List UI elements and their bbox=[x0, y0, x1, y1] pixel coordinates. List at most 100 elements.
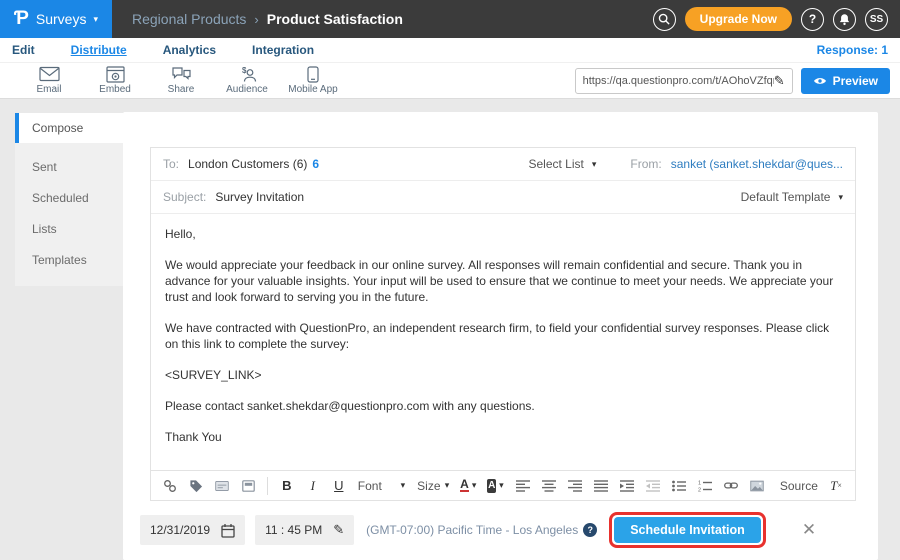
sidebar-item-label: Scheduled bbox=[32, 191, 89, 205]
help-button[interactable]: ? bbox=[801, 8, 824, 31]
merge-tag-tool[interactable] bbox=[189, 476, 203, 496]
channel-mobile-app[interactable]: Mobile App bbox=[280, 66, 346, 95]
body-paragraph: We would appreciate your feedback in our… bbox=[165, 257, 841, 305]
bullet-list-button[interactable] bbox=[672, 476, 686, 496]
subject-value[interactable]: Survey Invitation bbox=[215, 190, 304, 204]
time-value: 11 : 45 PM bbox=[265, 523, 322, 537]
notifications-button[interactable] bbox=[833, 8, 856, 31]
align-right-button[interactable] bbox=[568, 476, 582, 496]
timezone-label: (GMT-07:00) Pacific Time - Los Angeles bbox=[366, 523, 578, 537]
channel-email[interactable]: Email bbox=[16, 66, 82, 95]
from-value[interactable]: sanket (sanket.shekdar@ques... bbox=[671, 157, 843, 171]
edit-url-icon[interactable]: ✎ bbox=[774, 73, 785, 89]
numbered-list-icon: 12 bbox=[698, 480, 712, 492]
chevron-down-icon: ▾ bbox=[838, 192, 843, 203]
date-picker[interactable]: 12/31/2019 bbox=[140, 515, 245, 545]
tab-distribute[interactable]: Distribute bbox=[71, 43, 127, 57]
to-row: To: London Customers (6) 6 Select List ▾… bbox=[151, 148, 855, 181]
font-dropdown-label: Font bbox=[358, 479, 382, 493]
to-value[interactable]: London Customers (6) bbox=[188, 157, 307, 171]
svg-text:2: 2 bbox=[698, 487, 701, 492]
channel-embed[interactable]: Embed bbox=[82, 66, 148, 95]
survey-tabbar: Edit Distribute Analytics Integration Re… bbox=[0, 38, 900, 62]
body-paragraph: Please contact sanket.shekdar@questionpr… bbox=[165, 398, 841, 414]
font-size-dropdown[interactable]: Size ▾ bbox=[417, 476, 449, 496]
text-color-button[interactable]: A ▾ bbox=[461, 476, 475, 496]
source-button[interactable]: Source bbox=[776, 476, 817, 496]
outdent-button[interactable] bbox=[646, 476, 660, 496]
header-actions: Upgrade Now ? SS bbox=[653, 7, 888, 31]
template-block-tool[interactable] bbox=[241, 476, 255, 496]
signature-card-tool[interactable] bbox=[215, 476, 229, 496]
sidebar-item-sent[interactable]: Sent bbox=[15, 152, 123, 182]
preview-button[interactable]: Preview bbox=[801, 68, 890, 94]
tab-edit[interactable]: Edit bbox=[12, 43, 35, 57]
compose-sidebar: Compose Sent Scheduled Lists Templates bbox=[15, 113, 123, 286]
numbered-list-button[interactable]: 12 bbox=[698, 476, 712, 496]
time-picker[interactable]: 11 : 45 PM ✎ bbox=[255, 515, 354, 545]
product-switcher[interactable]: Ƥ Surveys ▾ bbox=[0, 0, 112, 38]
template-dropdown[interactable]: Default Template ▾ bbox=[741, 190, 843, 204]
close-icon[interactable]: ✕ bbox=[802, 520, 816, 540]
sidebar-item-scheduled[interactable]: Scheduled bbox=[15, 183, 123, 213]
sidebar-item-compose[interactable]: Compose bbox=[15, 113, 123, 143]
channel-share[interactable]: Share bbox=[148, 66, 214, 95]
edit-time-icon[interactable]: ✎ bbox=[333, 522, 344, 538]
channel-share-label: Share bbox=[168, 84, 195, 95]
bold-button[interactable]: B bbox=[280, 476, 294, 496]
tab-integration[interactable]: Integration bbox=[252, 43, 314, 57]
panel-box-icon bbox=[242, 480, 255, 492]
select-list-dropdown[interactable]: Select List ▾ bbox=[528, 157, 596, 171]
schedule-invitation-button[interactable]: Schedule Invitation bbox=[614, 517, 761, 543]
insert-image-button[interactable] bbox=[750, 476, 764, 496]
background-color-button[interactable]: A ▾ bbox=[487, 476, 503, 496]
justify-button[interactable] bbox=[594, 476, 608, 496]
tab-analytics[interactable]: Analytics bbox=[163, 43, 216, 57]
sidebar-item-label: Sent bbox=[32, 160, 57, 174]
toolbar-divider bbox=[267, 477, 268, 495]
email-body-editor[interactable]: Hello, We would appreciate your feedback… bbox=[151, 214, 855, 470]
sidebar-item-label: Templates bbox=[32, 253, 87, 267]
breadcrumb-parent[interactable]: Regional Products bbox=[132, 11, 246, 27]
share-icon bbox=[171, 66, 192, 83]
remove-format-icon: T bbox=[830, 478, 837, 494]
calendar-icon bbox=[221, 523, 235, 538]
align-center-button[interactable] bbox=[542, 476, 556, 496]
channel-embed-label: Embed bbox=[99, 84, 131, 95]
survey-url-field[interactable]: https://qa.questionpro.com/t/AOhoVZfqml … bbox=[575, 68, 793, 94]
indent-button[interactable] bbox=[620, 476, 634, 496]
channel-list: Email Embed Share $ Audience Mobile App bbox=[0, 66, 346, 95]
rich-text-toolbar: B I U Font ▾ Size ▾ A ▾ A ▾ bbox=[151, 470, 855, 500]
recipient-count[interactable]: 6 bbox=[312, 157, 319, 171]
to-label: To: bbox=[163, 157, 179, 171]
survey-link-bar: https://qa.questionpro.com/t/AOhoVZfqml … bbox=[575, 68, 890, 94]
chevron-down-icon: ▾ bbox=[472, 480, 477, 491]
response-count[interactable]: Response: 1 bbox=[817, 43, 888, 57]
search-icon bbox=[658, 13, 670, 25]
help-icon: ? bbox=[809, 12, 816, 26]
source-label: Source bbox=[780, 479, 818, 493]
search-button[interactable] bbox=[653, 8, 676, 31]
chevron-down-icon: ▾ bbox=[499, 480, 504, 491]
channel-audience[interactable]: $ Audience bbox=[214, 66, 280, 95]
channel-mobile-audience-label: Audience bbox=[226, 84, 268, 95]
sidebar-item-templates[interactable]: Templates bbox=[15, 245, 123, 275]
breadcrumb-current: Product Satisfaction bbox=[267, 11, 403, 27]
bullet-list-icon bbox=[672, 480, 686, 492]
eye-icon bbox=[813, 76, 827, 86]
sidebar-item-lists[interactable]: Lists bbox=[15, 214, 123, 244]
email-icon bbox=[39, 66, 60, 83]
user-avatar[interactable]: SS bbox=[865, 8, 888, 31]
timezone-help-button[interactable]: ? bbox=[583, 523, 597, 537]
align-center-icon bbox=[542, 480, 556, 492]
from-label: From: bbox=[630, 157, 661, 171]
insert-link-tool[interactable] bbox=[163, 476, 177, 496]
upgrade-now-button[interactable]: Upgrade Now bbox=[685, 7, 792, 31]
font-family-dropdown[interactable]: Font ▾ bbox=[358, 476, 405, 496]
italic-button[interactable]: I bbox=[306, 476, 320, 496]
hyperlink-button[interactable] bbox=[724, 476, 738, 496]
email-compose-form: To: London Customers (6) 6 Select List ▾… bbox=[150, 147, 856, 501]
remove-format-button[interactable]: T× bbox=[829, 476, 843, 496]
underline-button[interactable]: U bbox=[332, 476, 346, 496]
align-left-button[interactable] bbox=[516, 476, 530, 496]
